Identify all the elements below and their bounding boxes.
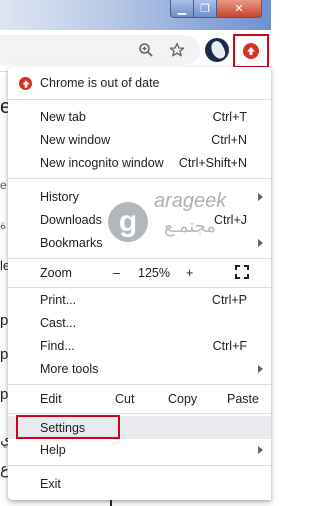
menu-divider [8, 465, 271, 466]
new-incognito-label: New incognito window [40, 156, 164, 170]
exit-label: Exit [40, 477, 61, 491]
zoom-icon[interactable] [135, 39, 157, 61]
help-item[interactable]: Help [8, 439, 271, 461]
new-incognito-shortcut: Ctrl+Shift+N [178, 156, 247, 170]
page-fragment: ة [0, 218, 7, 232]
print-item[interactable]: Print... Ctrl+P [8, 289, 271, 311]
history-label: History [40, 190, 79, 204]
update-notice-label: Chrome is out of date [40, 76, 160, 90]
new-window-item[interactable]: New window Ctrl+N [8, 129, 271, 151]
find-item[interactable]: Find... Ctrl+F [8, 335, 271, 357]
cut-button[interactable]: Cut [115, 392, 134, 406]
settings-highlight-box [16, 415, 120, 439]
help-label: Help [40, 443, 66, 457]
new-tab-item[interactable]: New tab Ctrl+T [8, 106, 271, 128]
zoom-row: Zoom – 125% + [8, 261, 271, 285]
profile-avatar[interactable] [205, 38, 229, 62]
zoom-level: 125% [138, 266, 170, 280]
submenu-arrow-icon [258, 239, 263, 247]
copy-button[interactable]: Copy [168, 392, 197, 406]
menu-divider [8, 178, 271, 179]
zoom-out-button[interactable]: – [113, 266, 120, 280]
submenu-arrow-icon [258, 365, 263, 373]
paste-button[interactable]: Paste [227, 392, 259, 406]
bookmarks-item[interactable]: Bookmarks [8, 232, 271, 254]
cast-label: Cast... [40, 316, 77, 330]
edit-label: Edit [40, 392, 62, 406]
menu-divider [8, 258, 271, 259]
minimize-button[interactable]: ▁ [170, 0, 194, 18]
new-tab-label: New tab [40, 110, 86, 124]
downloads-label: Downloads [40, 213, 102, 227]
fullscreen-icon[interactable] [235, 265, 249, 279]
submenu-arrow-icon [258, 446, 263, 454]
menu-divider [8, 287, 271, 288]
menu-divider [8, 99, 271, 100]
history-item[interactable]: History [8, 186, 271, 208]
find-label: Find... [40, 339, 75, 353]
browser-toolbar [0, 30, 271, 72]
print-label: Print... [40, 293, 77, 307]
more-tools-label: More tools [40, 362, 99, 376]
update-arrow-icon [19, 77, 32, 90]
chrome-menu-button[interactable] [233, 34, 269, 68]
close-window-button[interactable]: ✕ [216, 0, 262, 18]
close-icon: ✕ [234, 2, 244, 15]
cast-item[interactable]: Cast... [8, 312, 271, 334]
new-tab-shortcut: Ctrl+T [212, 110, 247, 124]
bookmark-star-icon[interactable] [166, 39, 188, 61]
menu-divider [8, 413, 271, 414]
edit-row: Edit Cut Copy Paste [8, 387, 271, 411]
submenu-arrow-icon [258, 193, 263, 201]
downloads-shortcut: Ctrl+J [214, 213, 247, 227]
maximize-button[interactable]: ❐ [193, 0, 217, 18]
menu-divider [8, 384, 271, 385]
find-shortcut: Ctrl+F [212, 339, 247, 353]
new-window-shortcut: Ctrl+N [211, 133, 247, 147]
bookmarks-label: Bookmarks [40, 236, 103, 250]
print-shortcut: Ctrl+P [211, 293, 247, 307]
update-chrome-item[interactable]: Chrome is out of date [8, 72, 271, 94]
window-titlebar: ▁ ❐ ✕ [0, 0, 271, 30]
more-tools-item[interactable]: More tools [8, 358, 271, 380]
maximize-icon: ❐ [200, 2, 210, 15]
page-fragment: e [0, 178, 7, 192]
update-arrow-icon [243, 43, 259, 59]
downloads-item[interactable]: Downloads Ctrl+J [8, 209, 271, 231]
exit-item[interactable]: Exit [8, 473, 271, 495]
zoom-in-button[interactable]: + [186, 266, 193, 280]
minimize-icon: ▁ [177, 2, 187, 15]
new-incognito-item[interactable]: New incognito window Ctrl+Shift+N [8, 152, 271, 174]
new-window-label: New window [40, 133, 111, 147]
zoom-label: Zoom [40, 266, 72, 280]
